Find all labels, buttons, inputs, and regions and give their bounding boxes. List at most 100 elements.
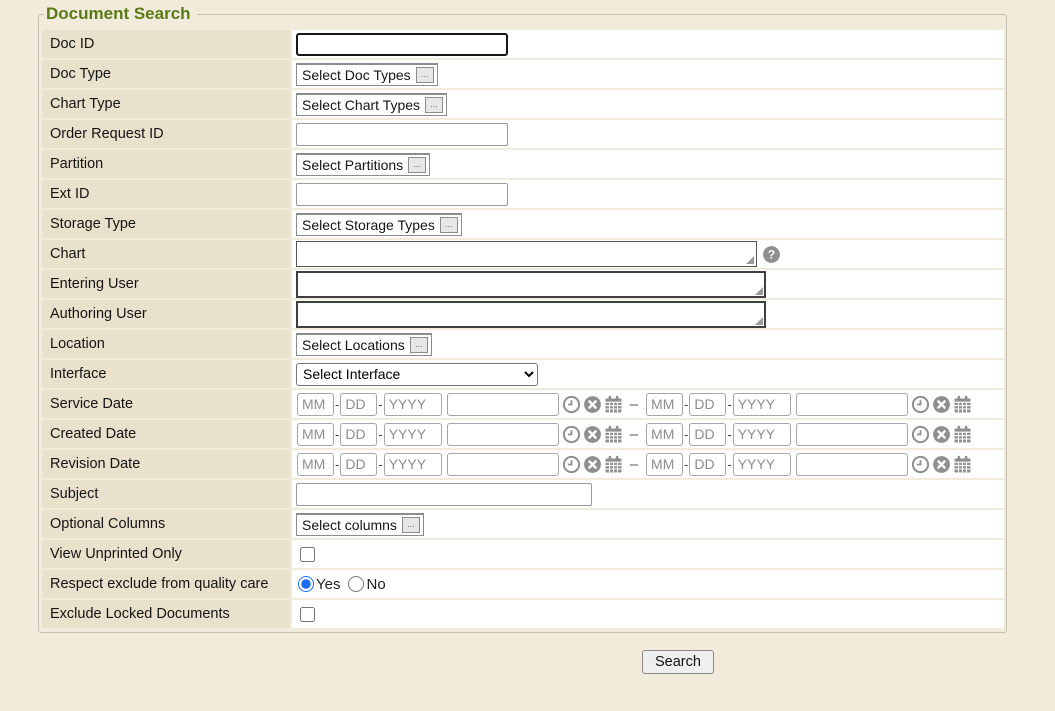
clear-icon[interactable]: [583, 395, 602, 414]
ext-id-value-cell: [292, 180, 1004, 208]
calendar-icon[interactable]: [604, 395, 623, 414]
authoring-user-textarea[interactable]: [296, 301, 766, 328]
created-date-to-day-input[interactable]: [689, 423, 726, 446]
resize-handle-icon[interactable]: [755, 317, 763, 325]
exclude-locked-documents-checkbox[interactable]: [300, 607, 315, 622]
view-unprinted-only-value-cell: [292, 540, 1004, 568]
form-row-exclude-locked-documents: Exclude Locked Documents: [42, 600, 1004, 628]
date-range-separator: –: [630, 396, 638, 413]
revision-date-to-day-input[interactable]: [689, 453, 726, 476]
revision-date-from-year-input[interactable]: [384, 453, 442, 476]
partition-picker-browse-button[interactable]: ...: [408, 157, 426, 173]
chart-type-picker-browse-button[interactable]: ...: [425, 97, 443, 113]
clock-icon[interactable]: [911, 395, 930, 414]
optional-columns-picker-browse-button[interactable]: ...: [402, 517, 420, 533]
service-date-from-year-input[interactable]: [384, 393, 442, 416]
service-date-value-cell: --–--: [292, 390, 1004, 418]
created-date-to-year-input[interactable]: [733, 423, 791, 446]
doc-id-input[interactable]: [296, 33, 508, 56]
respect-exclude-quality-care-option-no[interactable]: No: [346, 576, 385, 593]
order-request-id-input[interactable]: [296, 123, 508, 146]
created-date-from-month-input[interactable]: [297, 423, 334, 446]
clock-icon[interactable]: [562, 425, 581, 444]
calendar-icon[interactable]: [953, 455, 972, 474]
document-search-form: Document Search Doc IDDoc TypeSelect Doc…: [38, 4, 1007, 674]
form-row-order-request-id: Order Request ID: [42, 120, 1004, 148]
clock-icon[interactable]: [562, 455, 581, 474]
entering-user-textarea[interactable]: [296, 271, 766, 298]
service-date-from-month-input[interactable]: [297, 393, 334, 416]
interface-select[interactable]: Select Interface: [296, 363, 538, 386]
exclude-locked-documents-value-cell: [292, 600, 1004, 628]
authoring-user-textarea-wrap: [296, 301, 766, 328]
respect-exclude-quality-care-radio-no[interactable]: [348, 576, 364, 592]
clock-icon[interactable]: [562, 395, 581, 414]
service-date-to-time-input[interactable]: [796, 393, 908, 416]
service-date-to-month-input[interactable]: [646, 393, 683, 416]
clock-icon[interactable]: [911, 425, 930, 444]
respect-exclude-quality-care-label: Respect exclude from quality care: [42, 570, 290, 598]
chart-type-picker[interactable]: Select Chart Types...: [296, 93, 447, 116]
partition-value-cell: Select Partitions...: [292, 150, 1004, 178]
storage-type-picker[interactable]: Select Storage Types...: [296, 213, 462, 236]
location-picker[interactable]: Select Locations...: [296, 333, 432, 356]
calendar-icon[interactable]: [953, 395, 972, 414]
service-date-from-day-input[interactable]: [340, 393, 377, 416]
created-date-from-day-input[interactable]: [340, 423, 377, 446]
form-row-chart: Chart?: [42, 240, 1004, 268]
revision-date-from-day-input[interactable]: [340, 453, 377, 476]
form-title: Document Search: [44, 4, 197, 24]
service-date-to-day-input[interactable]: [689, 393, 726, 416]
chart-textarea[interactable]: [296, 241, 757, 267]
revision-date-to-month-input[interactable]: [646, 453, 683, 476]
doc-type-picker[interactable]: Select Doc Types...: [296, 63, 438, 86]
respect-exclude-quality-care-option-yes[interactable]: Yes: [296, 576, 340, 593]
respect-exclude-quality-care-radio-group: Yes No: [296, 576, 392, 593]
resize-handle-icon[interactable]: [746, 256, 754, 264]
date-range-separator: –: [630, 426, 638, 443]
service-date-to-group: --: [645, 393, 972, 416]
clock-icon[interactable]: [911, 455, 930, 474]
authoring-user-value-cell: [292, 300, 1004, 328]
service-date-to-year-input[interactable]: [733, 393, 791, 416]
chart-textarea-wrap: [296, 241, 757, 267]
calendar-icon[interactable]: [604, 425, 623, 444]
subject-input[interactable]: [296, 483, 592, 506]
storage-type-picker-label: Select Storage Types: [302, 217, 435, 233]
clear-icon[interactable]: [932, 425, 951, 444]
revision-date-to-year-input[interactable]: [733, 453, 791, 476]
calendar-icon[interactable]: [604, 455, 623, 474]
doc-type-picker-browse-button[interactable]: ...: [416, 67, 434, 83]
created-date-to-group: --: [645, 423, 972, 446]
clear-icon[interactable]: [583, 455, 602, 474]
storage-type-picker-browse-button[interactable]: ...: [440, 217, 458, 233]
revision-date-from-time-input[interactable]: [447, 453, 559, 476]
location-picker-label: Select Locations: [302, 337, 405, 353]
created-date-to-time-input[interactable]: [796, 423, 908, 446]
optional-columns-picker[interactable]: Select columns...: [296, 513, 424, 536]
view-unprinted-only-checkbox[interactable]: [300, 547, 315, 562]
form-row-optional-columns: Optional ColumnsSelect columns...: [42, 510, 1004, 538]
partition-label: Partition: [42, 150, 290, 178]
chart-label: Chart: [42, 240, 290, 268]
clear-icon[interactable]: [932, 455, 951, 474]
created-date-from-time-input[interactable]: [447, 423, 559, 446]
respect-exclude-quality-care-radio-yes[interactable]: [298, 576, 314, 592]
service-date-from-time-input[interactable]: [447, 393, 559, 416]
clear-icon[interactable]: [583, 425, 602, 444]
date-field-separator: -: [378, 427, 382, 442]
resize-handle-icon[interactable]: [755, 287, 763, 295]
help-icon[interactable]: ?: [762, 245, 781, 264]
location-picker-browse-button[interactable]: ...: [410, 337, 428, 353]
ext-id-input[interactable]: [296, 183, 508, 206]
search-button[interactable]: Search: [642, 650, 714, 674]
created-date-to-month-input[interactable]: [646, 423, 683, 446]
form-row-chart-type: Chart TypeSelect Chart Types...: [42, 90, 1004, 118]
interface-value-cell: Select Interface: [292, 360, 1004, 388]
partition-picker[interactable]: Select Partitions...: [296, 153, 430, 176]
clear-icon[interactable]: [932, 395, 951, 414]
calendar-icon[interactable]: [953, 425, 972, 444]
revision-date-from-month-input[interactable]: [297, 453, 334, 476]
revision-date-to-time-input[interactable]: [796, 453, 908, 476]
created-date-from-year-input[interactable]: [384, 423, 442, 446]
